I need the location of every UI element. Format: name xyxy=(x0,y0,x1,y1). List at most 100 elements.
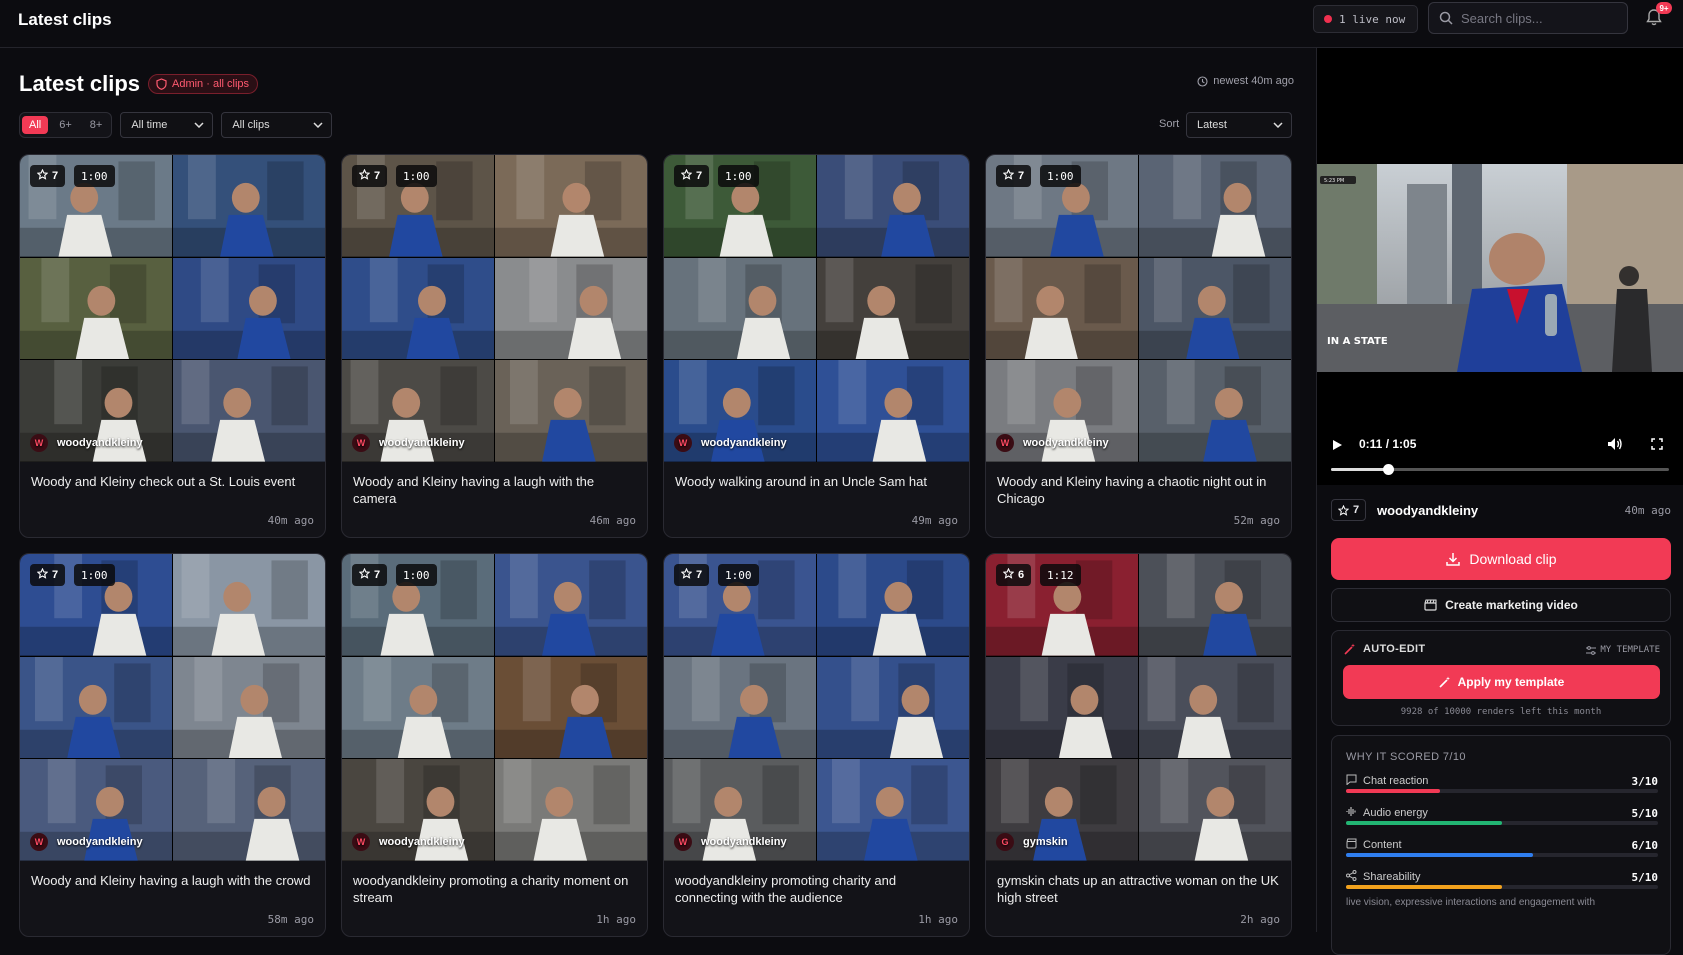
search-box[interactable] xyxy=(1428,2,1628,34)
clip-card[interactable]: 7 1:00 Wwoodyandkleiny Woody and Kleiny hav… xyxy=(341,154,648,538)
clip-duration: 1:00 xyxy=(718,564,759,586)
star-icon xyxy=(680,168,693,183)
clip-channel[interactable]: Wwoodyandkleiny xyxy=(30,833,143,851)
clip-filter-select[interactable]: All clips xyxy=(221,112,333,138)
clip-title[interactable]: woodyandkleiny promoting charity and con… xyxy=(675,872,959,906)
notifications-button[interactable]: 9+ xyxy=(1646,2,1672,30)
score-row-fill xyxy=(1346,821,1502,825)
clip-score-badge: 6 xyxy=(996,564,1032,586)
shield-icon xyxy=(156,78,167,90)
clip-title[interactable]: Woody and Kleiny having a chaotic night … xyxy=(997,473,1281,507)
clip-channel[interactable]: Wwoodyandkleiny xyxy=(674,434,787,452)
clip-thumbnail-frame xyxy=(1139,759,1291,861)
clip-channel[interactable]: Wwoodyandkleiny xyxy=(30,434,143,452)
admin-badge: Admin · all clips xyxy=(148,74,259,94)
clip-channel[interactable]: Wwoodyandkleiny xyxy=(352,833,465,851)
clip-age: 49m ago xyxy=(911,514,958,527)
newest-indicator: newest 40m ago xyxy=(1197,75,1294,87)
clip-thumbnail-frame xyxy=(817,554,969,656)
clapperboard-icon xyxy=(1424,599,1437,611)
play-icon[interactable] xyxy=(1331,439,1343,451)
score-row-value: 6/10 xyxy=(1631,839,1659,852)
apply-template-button[interactable]: Apply my template xyxy=(1343,665,1660,699)
clip-duration: 1:00 xyxy=(396,165,437,187)
clip-score-value: 7 xyxy=(374,170,381,182)
clip-channel[interactable]: Wwoodyandkleiny xyxy=(674,833,787,851)
star-icon xyxy=(358,567,371,582)
score-row-track xyxy=(1346,821,1658,825)
clip-thumbnail[interactable]: 7 1:00 Wwoodyandkleiny xyxy=(20,554,325,861)
scrubber-handle[interactable] xyxy=(1383,464,1395,475)
score-row-value: 5/10 xyxy=(1631,871,1659,884)
time-filter-select[interactable]: All time xyxy=(120,112,214,138)
download-clip-button[interactable]: Download clip xyxy=(1331,538,1671,580)
score-row-value: 3/10 xyxy=(1631,775,1659,788)
fullscreen-icon[interactable] xyxy=(1651,438,1663,450)
clip-title[interactable]: Woody and Kleiny having a laugh with the… xyxy=(353,473,637,507)
clip-channel-name[interactable]: woodyandkleiny xyxy=(1377,503,1478,518)
sort-select[interactable]: Latest xyxy=(1186,112,1292,138)
clip-thumbnail-frame xyxy=(817,257,969,360)
main-panel: Latest clips Admin · all clips newest 40… xyxy=(0,48,1316,937)
clip-thumbnail[interactable]: 7 1:00 Wwoodyandkleiny xyxy=(342,155,647,462)
clip-card[interactable]: 7 1:00 Wwoodyandkleiny woodyandkleiny promo… xyxy=(341,553,648,937)
avatar: W xyxy=(30,833,48,851)
clip-score-badge: 7 xyxy=(1331,499,1367,521)
clip-title[interactable]: Woody walking around in an Uncle Sam hat xyxy=(675,473,959,490)
clip-duration: 1:00 xyxy=(74,564,115,586)
score-row: Content 6/10 xyxy=(1346,838,1658,868)
score-row-text: Shareability xyxy=(1363,871,1421,883)
create-marketing-video-button[interactable]: Create marketing video xyxy=(1331,588,1671,622)
score-row: Chat reaction 3/10 xyxy=(1346,774,1658,804)
clip-duration: 1:00 xyxy=(396,564,437,586)
score-tab-all[interactable]: All xyxy=(22,116,49,134)
clip-thumbnail[interactable]: 7 1:00 Wwoodyandkleiny xyxy=(664,554,969,861)
clip-score-value: 7 xyxy=(52,569,59,581)
waveform-icon xyxy=(1346,806,1357,820)
clip-title[interactable]: Woody and Kleiny check out a St. Louis e… xyxy=(31,473,315,490)
clip-grid: 7 1:00 Wwoodyandkleiny Woody and Kleiny che… xyxy=(19,154,1293,937)
video-player[interactable]: 5:23 PM IN A STATE 0:11 / 1:05 xyxy=(1317,48,1683,485)
clip-duration: 1:12 xyxy=(1040,564,1081,586)
clip-thumbnail-frame xyxy=(1139,257,1291,360)
clip-thumbnail[interactable]: 7 1:00 Wwoodyandkleiny xyxy=(342,554,647,861)
score-row-text: Audio energy xyxy=(1363,807,1428,819)
clip-card[interactable]: 7 1:00 Wwoodyandkleiny Woody and Kleiny hav… xyxy=(985,154,1292,538)
auto-edit-title: AUTO-EDIT xyxy=(1363,643,1426,655)
clip-card[interactable]: 7 1:00 Wwoodyandkleiny Woody and Kleiny che… xyxy=(19,154,326,538)
clip-card[interactable]: 7 1:00 Wwoodyandkleiny Woody and Kleiny hav… xyxy=(19,553,326,937)
live-now-button[interactable]: 1 live now xyxy=(1313,5,1419,33)
score-row-fill xyxy=(1346,789,1440,793)
clip-thumbnail-frame xyxy=(1139,155,1291,257)
clip-thumbnail[interactable]: 7 1:00 Wwoodyandkleiny xyxy=(20,155,325,462)
clip-title[interactable]: Woody and Kleiny having a laugh with the… xyxy=(31,872,315,889)
apply-template-label: Apply my template xyxy=(1457,675,1565,689)
star-icon xyxy=(680,567,693,582)
score-tab-6plus[interactable]: 6+ xyxy=(52,116,79,134)
clip-duration: 1:00 xyxy=(718,165,759,187)
search-input[interactable] xyxy=(1461,10,1611,26)
clip-channel[interactable]: Ggymskin xyxy=(996,833,1068,851)
clip-thumbnail[interactable]: 7 1:00 Wwoodyandkleiny xyxy=(986,155,1291,462)
clip-title[interactable]: gymskin chats up an attractive woman on … xyxy=(997,872,1281,906)
clip-thumbnail-frame xyxy=(173,257,325,360)
clip-channel[interactable]: Wwoodyandkleiny xyxy=(996,434,1109,452)
score-row-label: Content xyxy=(1346,838,1402,852)
clip-thumbnail[interactable]: 6 1:12 Ggymskin xyxy=(986,554,1291,861)
volume-icon[interactable] xyxy=(1607,437,1623,451)
score-tab-8plus[interactable]: 8+ xyxy=(83,116,110,134)
clip-title[interactable]: woodyandkleiny promoting a charity momen… xyxy=(353,872,637,906)
clip-card[interactable]: 7 1:00 Wwoodyandkleiny Woody walking around… xyxy=(663,154,970,538)
live-dot-icon xyxy=(1324,15,1332,23)
clip-card[interactable]: 6 1:12 Ggymskin gymskin chats up an attract… xyxy=(985,553,1292,937)
avatar: G xyxy=(996,833,1014,851)
clip-card[interactable]: 7 1:00 Wwoodyandkleiny woodyandkleiny promo… xyxy=(663,553,970,937)
live-now-label: 1 live now xyxy=(1339,12,1406,26)
my-template-link[interactable]: MY TEMPLATE xyxy=(1586,645,1660,655)
clip-thumbnail-frame xyxy=(495,554,647,656)
newest-label: newest 40m ago xyxy=(1213,75,1294,87)
scrubber[interactable] xyxy=(1331,464,1669,475)
video-frame[interactable]: 5:23 PM IN A STATE xyxy=(1317,164,1683,372)
clip-thumbnail[interactable]: 7 1:00 Wwoodyandkleiny xyxy=(664,155,969,462)
clip-channel[interactable]: Wwoodyandkleiny xyxy=(352,434,465,452)
